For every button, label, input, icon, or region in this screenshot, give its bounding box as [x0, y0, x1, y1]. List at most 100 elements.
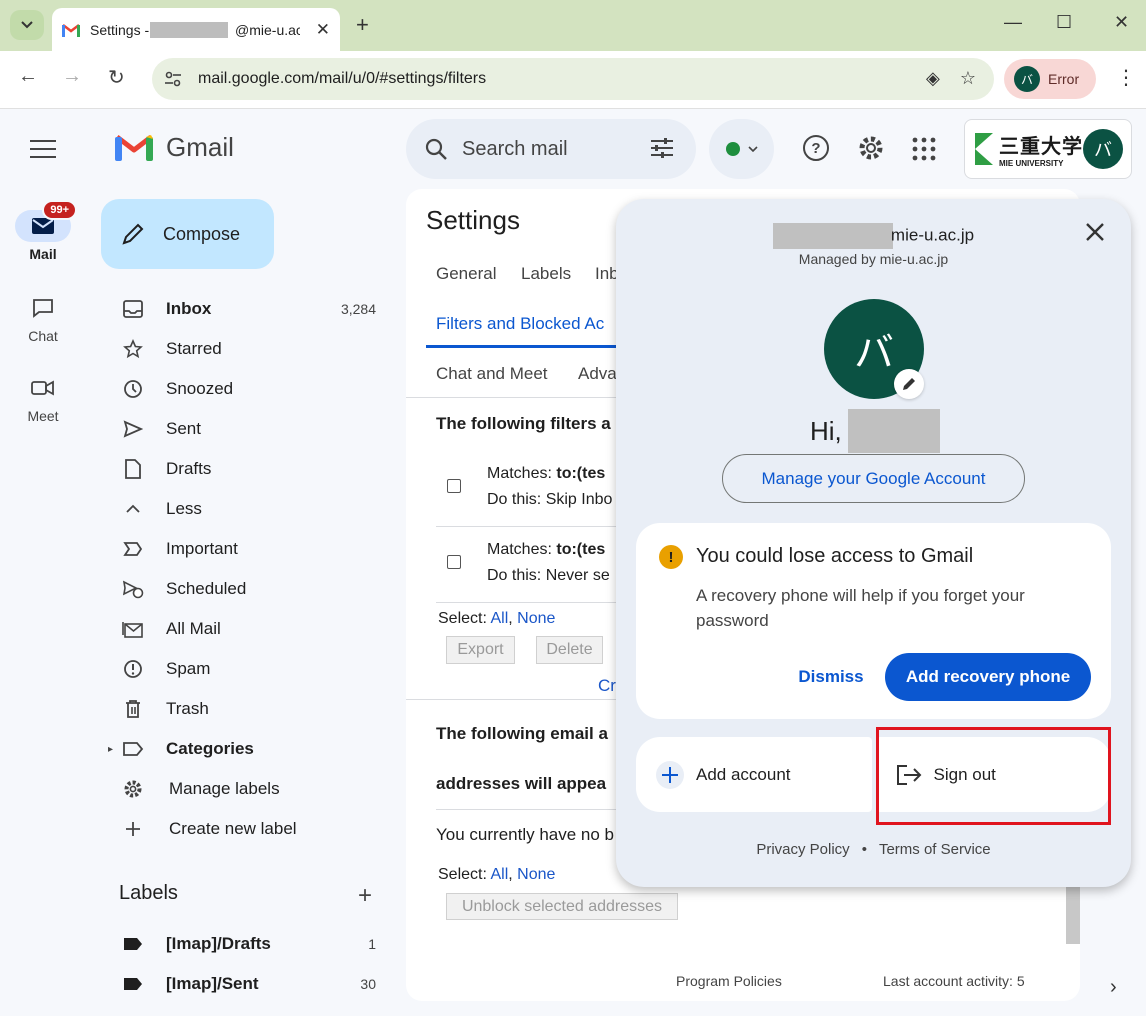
rail-item-chat[interactable]: Chat — [0, 292, 86, 344]
main-menu-icon[interactable] — [30, 140, 56, 164]
add-account-button[interactable]: Add account — [636, 737, 872, 812]
manage-account-button[interactable]: Manage your Google Account — [722, 454, 1025, 503]
close-tab-icon[interactable]: ✕ — [316, 20, 330, 40]
label-count: 30 — [360, 976, 376, 992]
gear-icon — [116, 779, 150, 799]
tab-labels[interactable]: Labels — [521, 264, 571, 284]
warning-icon: ! — [659, 545, 683, 569]
browser-tab-bar: Settings - @mie-u.ac ✕ + — ☐ ✕ — [0, 0, 1146, 51]
sidebar-item-starred[interactable]: Starred — [116, 329, 388, 369]
search-icon[interactable] — [424, 137, 448, 161]
select-all-link[interactable]: All — [490, 610, 508, 627]
create-filter-link[interactable]: Cr — [598, 676, 616, 696]
back-icon[interactable]: ← — [18, 65, 38, 88]
settings-gear-icon[interactable] — [857, 134, 885, 162]
add-recovery-phone-button[interactable]: Add recovery phone — [885, 653, 1091, 701]
add-label-icon[interactable]: + — [358, 882, 372, 910]
sidebar-item-label: All Mail — [166, 619, 221, 638]
select-none-link[interactable]: None — [517, 866, 555, 883]
privacy-policy-link[interactable]: Privacy Policy — [756, 841, 849, 858]
expand-arrow-icon[interactable]: ▸ — [108, 744, 113, 755]
bookmark-star-icon[interactable]: ☆ — [960, 68, 976, 89]
tab-general[interactable]: General — [436, 264, 496, 284]
rail-label-mail: Mail — [29, 246, 57, 262]
sidebar-item-all-mail[interactable]: All Mail — [116, 609, 388, 649]
sidebar-item-drafts[interactable]: Drafts — [116, 449, 388, 489]
compose-button[interactable]: Compose — [101, 199, 274, 269]
export-button[interactable]: Export — [446, 636, 515, 664]
filter-matches: Matches: to:(tes — [487, 541, 606, 558]
sidebar-item-inbox[interactable]: Inbox 3,284 — [116, 289, 388, 329]
browser-tab[interactable]: Settings - @mie-u.ac ✕ — [52, 8, 340, 51]
search-bar[interactable]: Search mail — [406, 119, 696, 179]
edit-photo-button[interactable] — [894, 369, 924, 399]
terms-of-service-link[interactable]: Terms of Service — [879, 841, 991, 858]
lens-icon[interactable]: ◈ — [926, 68, 940, 89]
select-none-link[interactable]: None — [517, 610, 555, 627]
rail-item-meet[interactable]: Meet — [0, 372, 86, 424]
address-bar[interactable]: mail.google.com/mail/u/0/#settings/filte… — [152, 58, 994, 100]
program-policies-link[interactable]: Program Policies — [676, 973, 782, 989]
sidebar-item-manage-labels[interactable]: Manage labels — [116, 769, 388, 809]
chevron-down-icon — [747, 146, 758, 152]
recovery-warning-card: ! You could lose access to Gmail A recov… — [636, 523, 1111, 719]
sidebar-item-categories[interactable]: ▸ Categories — [108, 729, 388, 769]
active-tab-indicator — [426, 345, 636, 348]
unblock-button[interactable]: Unblock selected addresses — [446, 893, 678, 920]
maximize-icon[interactable]: ☐ — [1056, 12, 1072, 33]
apps-grid-icon[interactable] — [912, 137, 936, 161]
sidebar-item-snoozed[interactable]: Snoozed — [116, 369, 388, 409]
browser-profile-button[interactable]: バ Error — [1004, 59, 1096, 99]
all-mail-icon — [116, 619, 150, 639]
sidebar-item-scheduled[interactable]: Scheduled — [116, 569, 388, 609]
forward-icon[interactable]: → — [62, 65, 82, 88]
compose-label: Compose — [163, 223, 241, 244]
sidebar-nav: Inbox 3,284 Starred Snoozed Sent Drafts Less Im… — [108, 289, 388, 849]
pencil-icon — [122, 223, 144, 245]
sidebar-label-imap-drafts[interactable]: [Imap]/Drafts 1 — [116, 924, 388, 964]
sidebar-item-sent[interactable]: Sent — [116, 409, 388, 449]
minimize-icon[interactable]: — — [1004, 12, 1022, 33]
mail-icon — [32, 218, 54, 234]
search-input[interactable]: Search mail — [462, 138, 568, 161]
sidebar-item-important[interactable]: Important — [116, 529, 388, 569]
help-icon[interactable]: ? — [802, 134, 830, 162]
search-options-icon[interactable] — [650, 137, 674, 159]
label-name: [Imap]/Drafts — [166, 934, 271, 953]
tab-advanced[interactable]: Adva — [578, 364, 617, 384]
avatar: バ — [1083, 129, 1123, 169]
browser-menu-icon[interactable]: ⋮ — [1116, 65, 1136, 90]
sidebar-item-create-new-label[interactable]: Create new label — [116, 809, 388, 849]
tab-search-button[interactable] — [10, 10, 44, 40]
close-icon[interactable] — [1084, 221, 1106, 243]
status-button[interactable] — [709, 119, 774, 179]
last-activity-text: Last account activity: 5 — [883, 973, 1025, 989]
filter-checkbox[interactable] — [447, 555, 461, 569]
divider — [436, 809, 636, 810]
tab-filters[interactable]: Filters and Blocked Ac — [436, 314, 604, 334]
redacted-block — [772, 223, 893, 249]
rail-item-mail[interactable]: 99+ Mail — [0, 200, 86, 262]
sidebar-item-trash[interactable]: Trash — [116, 689, 388, 729]
inbox-icon — [116, 300, 150, 318]
sidebar-item-less[interactable]: Less — [116, 489, 388, 529]
select-all-link[interactable]: All — [490, 866, 508, 883]
new-tab-icon[interactable]: + — [356, 12, 369, 38]
plus-icon — [656, 760, 684, 789]
sidebar-item-label: Starred — [166, 339, 222, 358]
profile-status: Error — [1048, 71, 1080, 87]
reload-icon[interactable]: ↻ — [108, 65, 125, 90]
avatar: バ — [1014, 66, 1040, 92]
gmail-logo[interactable]: Gmail — [114, 132, 234, 163]
close-window-icon[interactable]: ✕ — [1114, 12, 1129, 33]
filter-checkbox[interactable] — [447, 479, 461, 493]
chevron-right-icon[interactable]: › — [1110, 976, 1117, 999]
site-settings-icon[interactable] — [164, 70, 182, 88]
delete-button[interactable]: Delete — [536, 636, 603, 664]
sidebar-label-imap-sent[interactable]: [Imap]/Sent 30 — [116, 964, 388, 1004]
tab-chat-meet[interactable]: Chat and Meet — [436, 364, 548, 384]
managed-by-text: Managed by mie-u.ac.jp — [798, 251, 949, 267]
dismiss-button[interactable]: Dismiss — [786, 653, 876, 701]
account-button[interactable]: 三重大学 MIE UNIVERSITY バ — [964, 119, 1132, 179]
sidebar-item-spam[interactable]: Spam — [116, 649, 388, 689]
